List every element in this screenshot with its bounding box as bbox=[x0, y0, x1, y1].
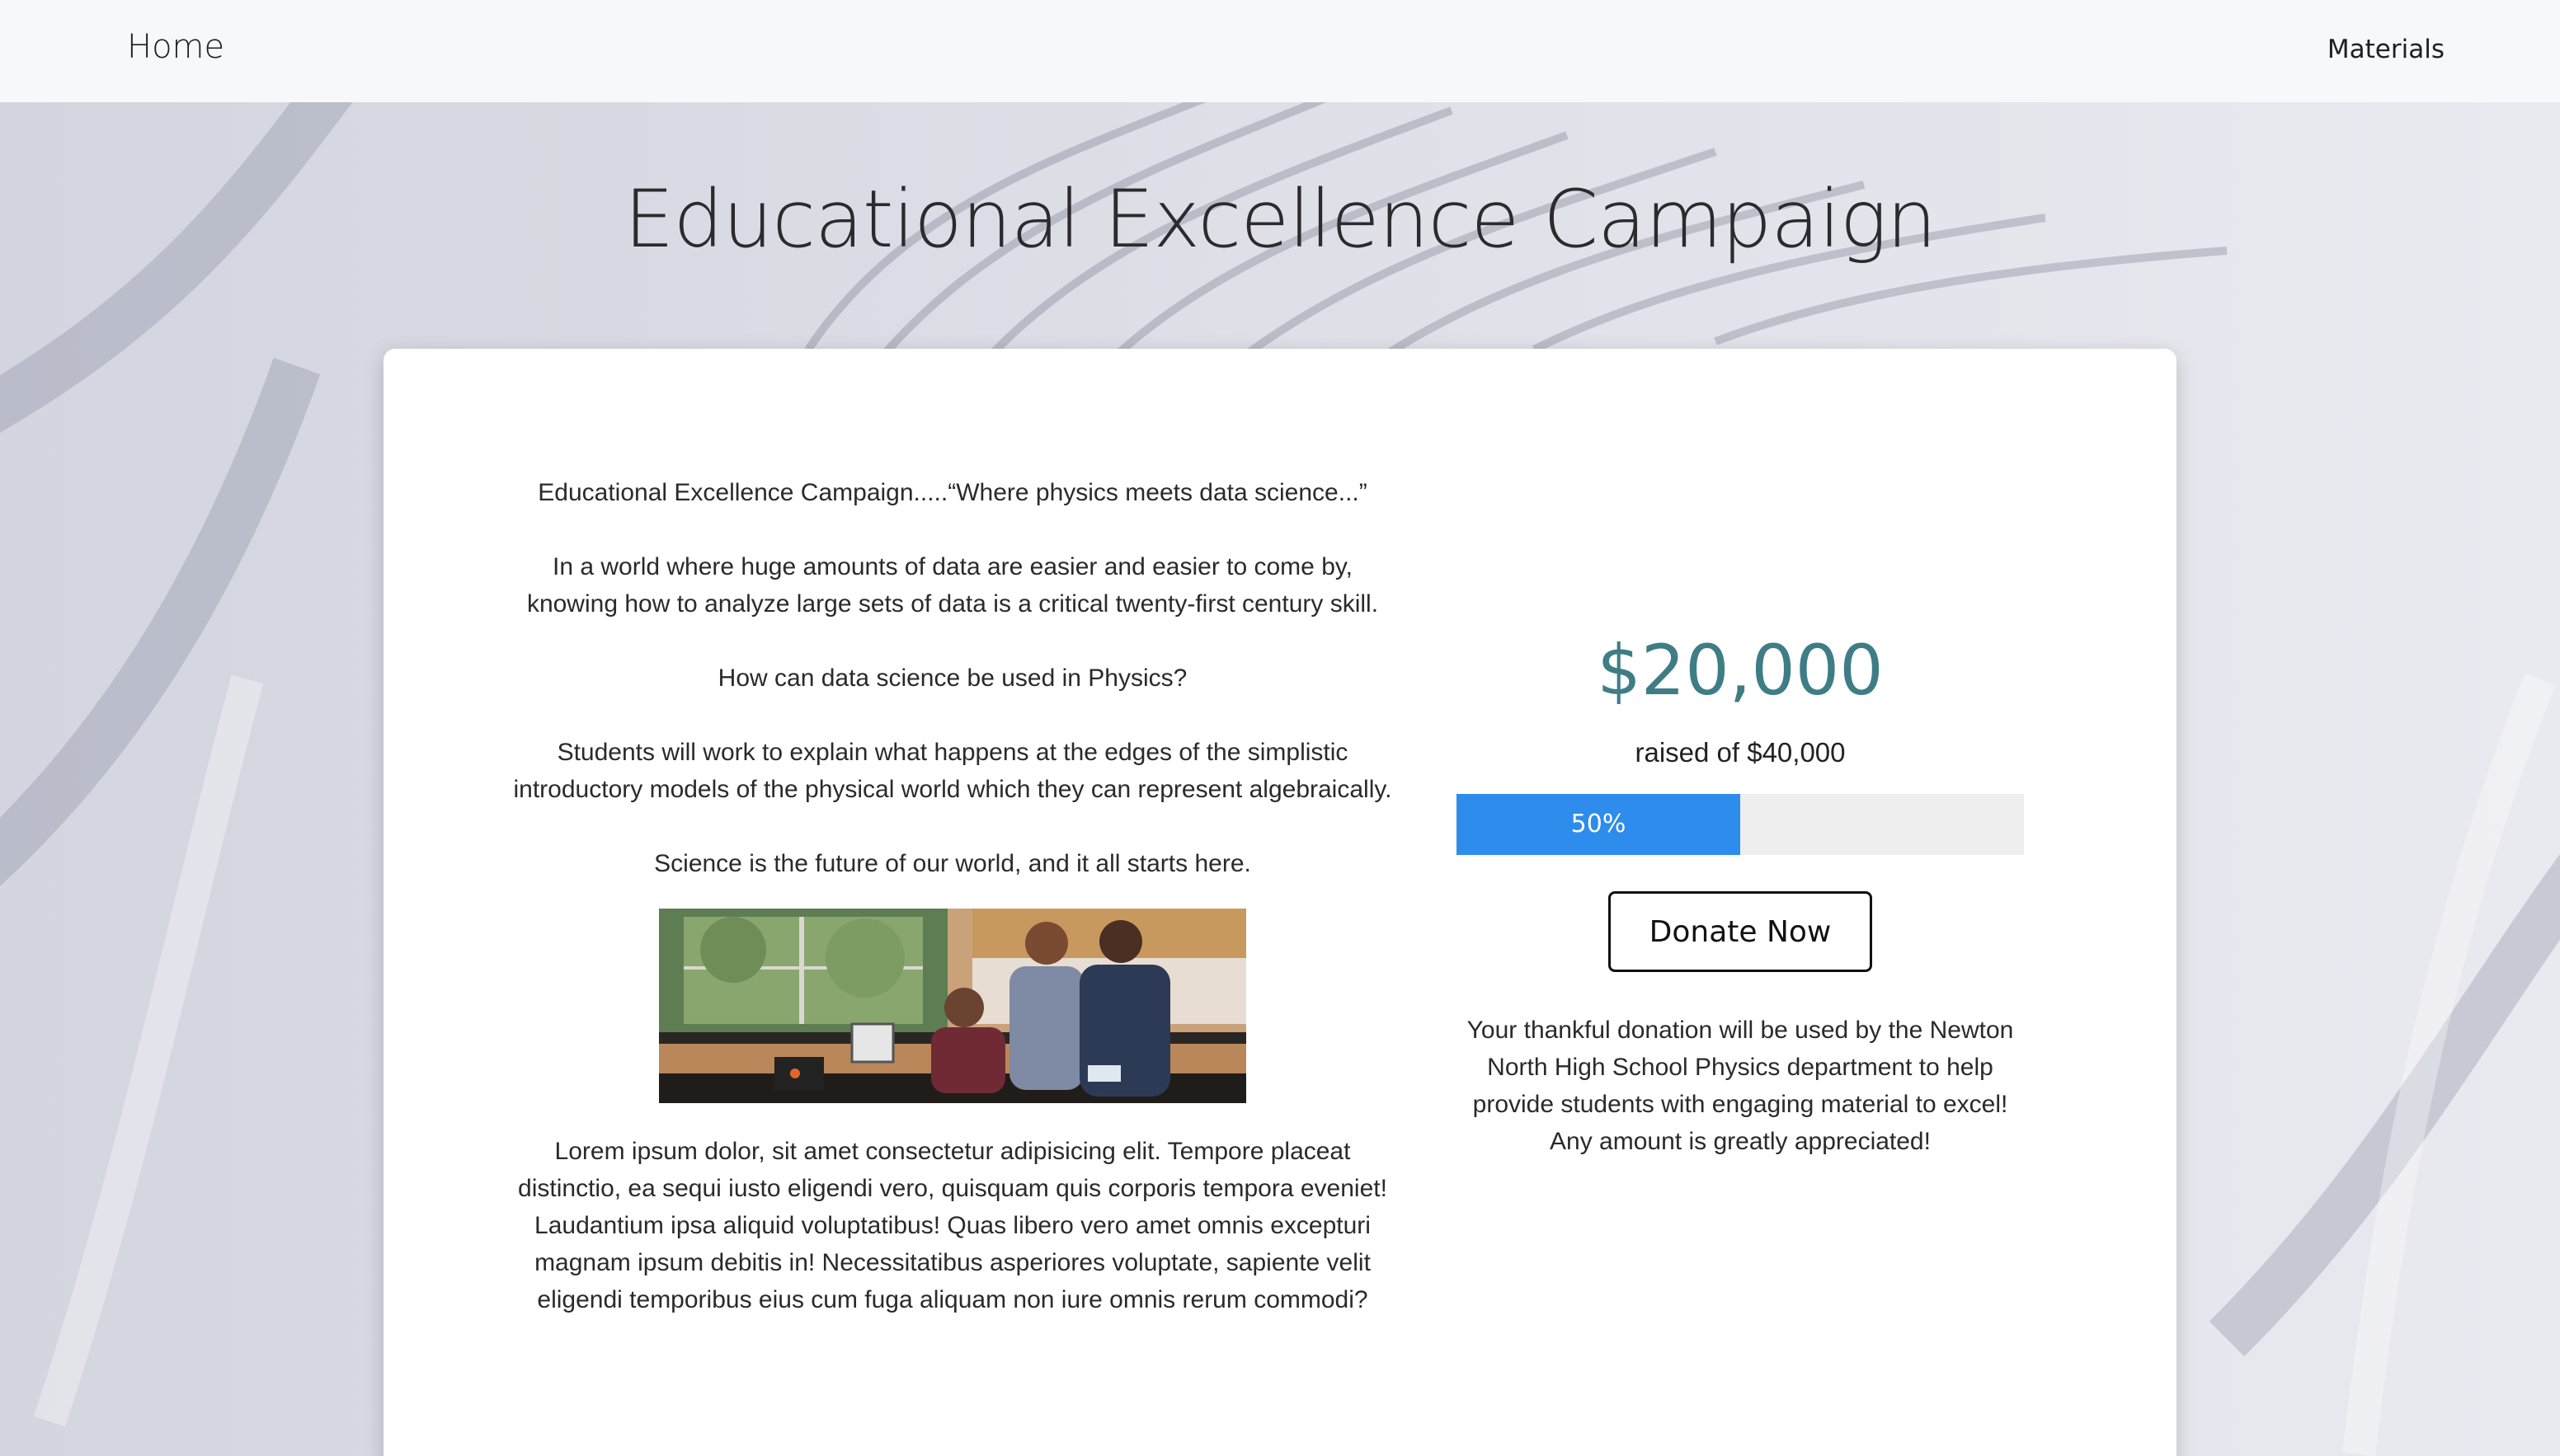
progress-bar-fill: 50% bbox=[1456, 794, 1740, 855]
story-paragraph: Students will work to explain what happe… bbox=[513, 739, 1392, 803]
story-paragraph: Educational Excellence Campaign.....“Whe… bbox=[538, 479, 1367, 506]
nav-materials-link[interactable]: Materials bbox=[2327, 35, 2445, 64]
page-title: Educational Excellence Campaign bbox=[624, 173, 1936, 265]
story-paragraph: How can data science be used in Physics? bbox=[718, 665, 1188, 692]
nav-home-link[interactable]: Home bbox=[127, 28, 224, 66]
story-paragraph: Science is the future of our world, and … bbox=[654, 850, 1251, 877]
top-navbar: Home Materials bbox=[0, 0, 2560, 102]
campaign-card: Educational Excellence Campaign.....“Whe… bbox=[384, 349, 2176, 1456]
donate-now-button[interactable]: Donate Now bbox=[1608, 891, 1872, 972]
donation-note: Your thankful donation will be used by t… bbox=[1466, 1017, 2014, 1155]
story-paragraph: In a world where huge amounts of data ar… bbox=[526, 553, 1379, 618]
story-body: Lorem ipsum dolor, sit amet consectetur … bbox=[518, 1138, 1387, 1313]
raised-amount: $20,000 bbox=[1597, 630, 1884, 711]
progress-bar: 50% bbox=[1456, 794, 2024, 855]
goal-text: raised of $40,000 bbox=[1635, 737, 1846, 768]
campaign-story: Educational Excellence Campaign.....“Whe… bbox=[507, 474, 1398, 1355]
classroom-photo bbox=[659, 909, 1246, 1103]
fundraiser-panel: $20,000 raised of $40,000 50% Donate Now… bbox=[1456, 629, 2025, 1160]
